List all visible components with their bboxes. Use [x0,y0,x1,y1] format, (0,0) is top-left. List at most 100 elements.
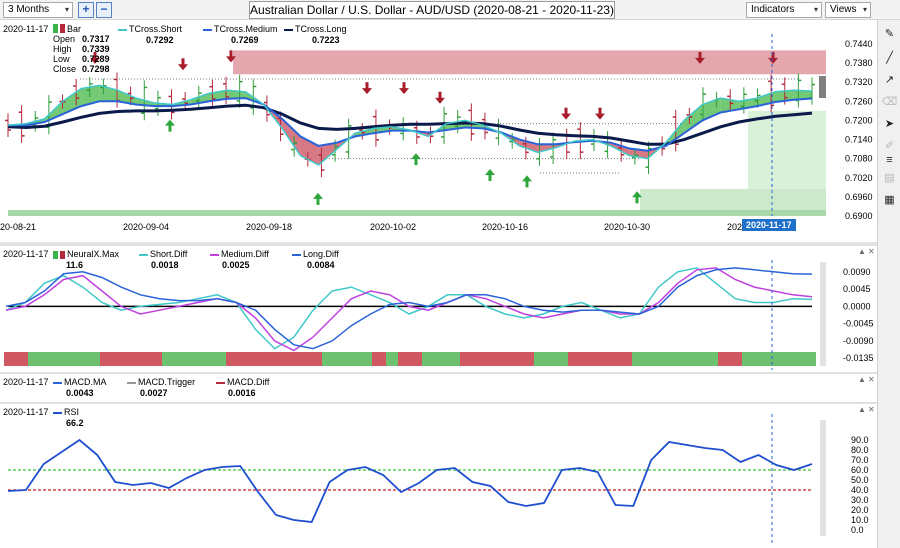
medium-diff-legend: Medium.Diff [210,249,269,259]
zoom-out-button[interactable]: − [96,2,112,18]
price-legend-date: 2020-11-17 [3,24,49,34]
ray-icon[interactable]: ↗ [881,72,898,89]
sell-arrow-icon [595,113,605,120]
pane-close-icon[interactable]: ✕ [868,375,875,384]
pencil-icon[interactable]: ✎ [881,26,898,43]
swatch [284,28,293,31]
tcross-short-label: TCross.Short [129,24,183,34]
y-tick: 0.7440 [845,39,873,49]
calendar-icon[interactable]: ▦ [881,192,898,209]
high-value: 0.7339 [82,44,110,54]
zoom-in-button[interactable]: + [78,2,94,18]
macd-ma-label: MACD.MA [64,377,107,387]
tcross-medium-label: TCross.Medium [214,24,278,34]
y-tick: 40.0 [851,485,869,495]
bear-block [398,352,422,366]
pane-close-icon[interactable]: ✕ [868,405,875,414]
neural-chart[interactable]: 0.0090 0.0045 0.0000 -0.0045 -0.0090 -0.0135 [0,246,877,372]
buy-arrow-icon [414,158,418,166]
timeframe-dropdown[interactable]: 3 Months ▾ [3,2,73,18]
x-tick: 2020-09-04 [123,222,170,232]
pane-minimize-icon[interactable]: ▲ [858,375,866,384]
indicators-dropdown[interactable]: Indicators ▾ [746,2,822,18]
sell-arrow-icon [229,50,233,58]
y-tick: 0.6900 [845,211,873,221]
bottom-band [8,210,826,216]
sell-arrow-icon [178,64,188,71]
buy-arrow-icon [525,180,529,188]
rsi-chart[interactable]: 90.080.070.060.050.040.030.020.010.00.0 [0,404,877,548]
rsi-pane[interactable]: 90.0 80.0 70.0 60.0 50.0 40.0 30.0 20.0 10.0 0.0 [0,402,877,548]
bull-block [422,352,460,366]
line-icon[interactable]: ╱ [881,50,898,67]
tcross-long-legend: TCross.Long [284,24,347,34]
sell-arrow-icon [362,88,372,95]
sell-arrow-icon [438,91,442,99]
y-tick: 0.7380 [845,58,873,68]
macd-ma-legend: MACD.MA [53,377,107,387]
x-tick: 20-08-21 [0,222,37,232]
y-tick: 0.7080 [845,154,873,164]
bear-block [460,352,534,366]
buy-arrow-icon [488,174,492,181]
macd-ma-value: 0.0043 [66,388,94,398]
timeframe-value: 3 Months [8,4,50,15]
price-scrollbar [819,76,826,98]
forecast-zone [748,110,826,189]
swatch [292,253,301,256]
long-diff-value: 0.0084 [307,260,335,270]
rsi-line [7,438,813,523]
swatch [60,250,65,259]
short-diff-label: Short.Diff [150,249,188,259]
x-tick: 2020-10-02 [370,222,417,232]
pane-close-icon[interactable]: ✕ [868,247,875,256]
close-value: 0.7298 [82,64,110,74]
bear-block [4,352,28,366]
tcross-short-value: 0.7292 [146,35,174,45]
pane-minimize-icon[interactable]: ▲ [858,247,866,256]
x-tick: 2020-09-18 [246,222,293,232]
sell-arrow-icon [435,97,445,104]
drawing-tools: ✎ ╱ ↗ ⌫ ➤ ✐ ≡ ▤ ▦ [877,20,900,548]
views-dropdown[interactable]: Views ▾ [825,2,871,18]
bear-block [568,352,632,366]
y-tick: -0.0135 [843,353,874,363]
chevron-down-icon: ▾ [813,5,818,14]
rsi-scrollbar [820,420,826,536]
y-tick: -0.0045 [843,319,874,329]
swatch [53,250,58,259]
sell-arrow-icon [181,58,185,66]
low-label: Low [53,54,70,64]
sell-arrow-icon [564,107,568,115]
price-pane[interactable]: 0.7440 0.7380 0.7320 0.7260 0.7200 0.7140 0.70… [0,20,877,244]
y-tick: 10.0 [851,515,869,525]
pointer-icon[interactable]: ➤ [881,116,898,133]
bear-block [226,352,322,366]
bar-legend: Bar [53,24,81,34]
medium-diff-line [5,267,813,352]
tcross-long-label: TCross.Long [295,24,347,34]
chevron-down-icon: ▾ [862,5,867,14]
y-tick: 0.7260 [845,96,873,106]
y-tick: 0.0000 [843,301,871,311]
rsi-legend-date: 2020-11-17 [3,407,49,417]
long-diff-label: Long.Diff [303,249,339,259]
long-diff-legend: Long.Diff [292,249,339,259]
price-chart[interactable]: 0.7440 0.7380 0.7320 0.7260 0.7200 0.7140 0.70… [0,20,877,244]
x-tick: 2020-10-16 [482,222,529,232]
chart-mode-icon[interactable]: ▤ [881,170,898,187]
rsi-value: 66.2 [66,418,84,428]
fibonacci-icon[interactable]: ≡ [881,152,898,169]
neural-pane[interactable]: 0.0090 0.0045 0.0000 -0.0045 -0.0090 -0.0135 [0,244,877,372]
y-tick: 80.0 [851,445,869,455]
pane-minimize-icon[interactable]: ▲ [858,405,866,414]
swatch [216,381,225,384]
macd-trigger-legend: MACD.Trigger [127,377,195,387]
rsi-label: RSI [64,407,80,417]
bear-block [372,352,386,366]
bull-block [534,352,568,366]
sell-arrow-icon [561,113,571,120]
eraser-icon[interactable]: ⌫ [881,94,898,111]
bear-block [100,352,162,366]
swatch [53,411,62,414]
